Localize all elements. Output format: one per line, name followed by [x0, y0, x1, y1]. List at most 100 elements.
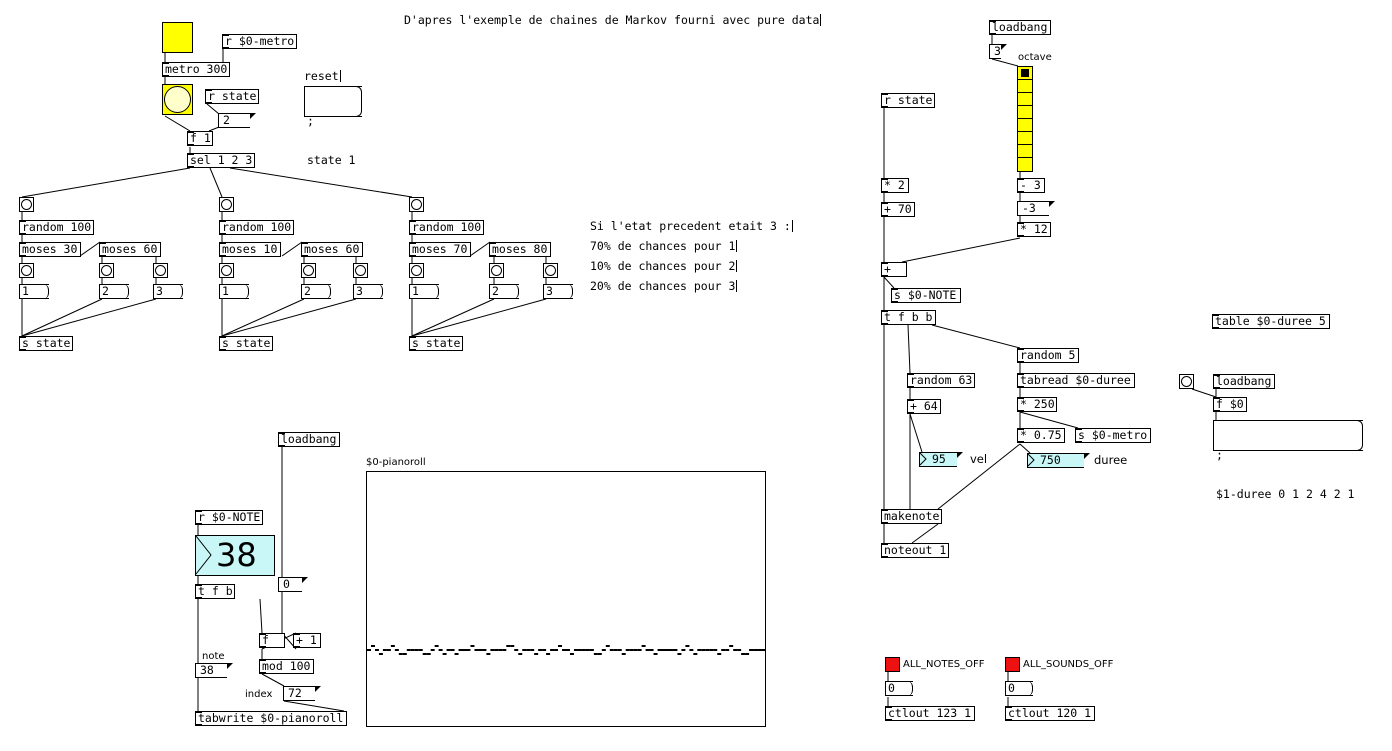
mul-12-object[interactable]: * 12 [1017, 222, 1051, 237]
add-70-object[interactable]: + 70 [881, 202, 915, 217]
msg-a-2[interactable]: 2 [99, 284, 129, 299]
duree-table-message[interactable]: ; $1-duree 0 1 2 4 2 1 [1213, 420, 1363, 501]
bang-a-2[interactable] [99, 263, 114, 278]
index-number-box[interactable]: 72 [283, 686, 321, 701]
mod-100-object[interactable]: mod 100 [259, 659, 314, 674]
r-state-right[interactable]: r state [881, 93, 935, 108]
s-note-object[interactable]: s $0-NOTE [891, 288, 961, 303]
octave-radio-cell[interactable] [1018, 132, 1032, 145]
bang-state-3[interactable] [409, 197, 424, 212]
f-dollar0-object[interactable]: f $0 [1213, 397, 1247, 412]
loadbang-octave[interactable]: loadbang [989, 20, 1051, 35]
bang-b-2[interactable] [301, 263, 316, 278]
moses-10-object[interactable]: moses 10 [219, 242, 281, 257]
r-note-object[interactable]: r $0-NOTE [195, 510, 263, 525]
random-5-object[interactable]: random 5 [1017, 348, 1079, 363]
f-1-object[interactable]: f 1 [187, 131, 213, 146]
bang-a-1[interactable] [19, 263, 34, 278]
all-sounds-off-toggle[interactable] [1005, 657, 1020, 672]
all-notes-off-toggle[interactable] [885, 657, 900, 672]
table-duree-object[interactable]: table $0-duree 5 [1212, 314, 1330, 329]
bang-c-2[interactable] [489, 263, 504, 278]
ctlout-120-object[interactable]: ctlout 120 1 [1005, 706, 1095, 721]
all-notes-zero-msg[interactable]: 0 [885, 681, 913, 696]
octave-radio-cell[interactable] [1018, 119, 1032, 132]
bang-c-1[interactable] [409, 263, 424, 278]
bang-state-2[interactable] [219, 197, 234, 212]
f-counter[interactable]: f [259, 633, 285, 648]
loadbang-duree[interactable]: loadbang [1213, 374, 1275, 389]
octave-offset-number[interactable]: -3 [1017, 201, 1055, 216]
tabread-object[interactable]: tabread $0-duree [1017, 373, 1135, 388]
t-f-b-left[interactable]: t f b [195, 584, 235, 599]
octave-radio-cell[interactable] [1018, 93, 1032, 106]
moses-60-b-object[interactable]: moses 60 [301, 242, 363, 257]
r-metro-object[interactable]: r $0-metro [222, 34, 297, 49]
octave-vradio[interactable] [1017, 66, 1033, 172]
velocity-number[interactable]: 95 [919, 452, 963, 467]
msg-c-1[interactable]: 1 [409, 284, 439, 299]
state-number-box[interactable]: 2 [218, 113, 256, 128]
duree-init-bang[interactable] [1179, 374, 1194, 389]
r-state-object[interactable]: r state [205, 89, 259, 104]
msg-b-3[interactable]: 3 [353, 284, 383, 299]
bang-state-1[interactable] [19, 197, 34, 212]
mul-250-object[interactable]: * 250 [1017, 397, 1057, 412]
pianoroll-point [374, 649, 379, 651]
add-64-object[interactable]: + 64 [907, 399, 941, 414]
random-63-object[interactable]: random 63 [907, 373, 975, 388]
plus-one-object[interactable]: + 1 [293, 633, 321, 648]
octave-radio-cell[interactable] [1018, 67, 1032, 80]
minus-3-object[interactable]: - 3 [1017, 178, 1045, 193]
s-state-c[interactable]: s state [409, 336, 463, 351]
loadbang-pianoroll[interactable]: loadbang [278, 432, 340, 447]
msg-b-2[interactable]: 2 [301, 284, 331, 299]
random-100-c[interactable]: random 100 [409, 220, 484, 235]
bang-b-1[interactable] [219, 263, 234, 278]
msg-b-1[interactable]: 1 [219, 284, 249, 299]
pianoroll-point [486, 653, 491, 655]
plus-object[interactable]: + [881, 262, 907, 277]
bang-a-3[interactable] [153, 263, 168, 278]
moses-70-object[interactable]: moses 70 [409, 242, 471, 257]
octave-radio-cell[interactable] [1018, 80, 1032, 93]
all-sounds-zero-msg[interactable]: 0 [1005, 681, 1033, 696]
s-state-a[interactable]: s state [19, 336, 73, 351]
duree-number[interactable]: 750 [1027, 453, 1090, 468]
pianoroll-graph[interactable] [366, 471, 766, 727]
tabwrite-object[interactable]: tabwrite $0-pianoroll [195, 711, 347, 726]
msg-c-2[interactable]: 2 [489, 284, 519, 299]
octave-radio-cell[interactable] [1018, 158, 1032, 171]
reset-message[interactable]: ; state 1 [304, 86, 362, 167]
octave-init-number[interactable]: 3 [989, 44, 1007, 59]
reset-comment-text: reset [304, 69, 339, 83]
ctlout-123-object[interactable]: ctlout 123 1 [885, 706, 975, 721]
octave-radio-cell[interactable] [1018, 145, 1032, 158]
pianoroll-point [721, 649, 726, 651]
sel-object[interactable]: sel 1 2 3 [187, 153, 255, 168]
msg-a-1[interactable]: 1 [19, 284, 49, 299]
note-number-box[interactable]: 38 [195, 663, 233, 678]
random-100-b[interactable]: random 100 [219, 220, 294, 235]
mul-2-object[interactable]: * 2 [881, 178, 909, 193]
counter-reset-zero[interactable]: 0 [278, 577, 308, 592]
metro-bang[interactable] [162, 84, 193, 115]
big-note-number[interactable]: 38 [195, 535, 275, 576]
bang-b-3[interactable] [353, 263, 368, 278]
msg-a-3[interactable]: 3 [153, 284, 183, 299]
octave-radio-cell[interactable] [1018, 106, 1032, 119]
random-100-a[interactable]: random 100 [19, 220, 94, 235]
moses-60-a-object[interactable]: moses 60 [99, 242, 161, 257]
bang-c-3[interactable] [543, 263, 558, 278]
moses-80-object[interactable]: moses 80 [489, 242, 551, 257]
makenote-object[interactable]: makenote [881, 509, 942, 524]
t-f-b-b-object[interactable]: t f b b [881, 310, 936, 325]
mul-075-object[interactable]: * 0.75 [1017, 428, 1065, 443]
start-bang[interactable] [162, 22, 193, 53]
msg-c-3[interactable]: 3 [543, 284, 573, 299]
metro-object[interactable]: metro 300 [162, 62, 230, 77]
s-metro-object[interactable]: s $0-metro [1075, 428, 1151, 443]
noteout-object[interactable]: noteout 1 [881, 543, 949, 558]
s-state-b[interactable]: s state [219, 336, 273, 351]
moses-30-object[interactable]: moses 30 [19, 242, 81, 257]
